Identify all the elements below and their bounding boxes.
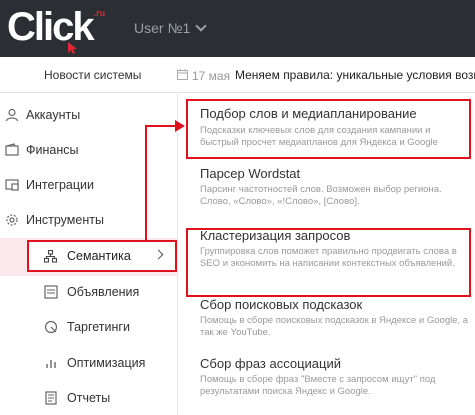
tool-description: Парсинг частотностей слов. Возможен выбо… — [200, 184, 442, 207]
sidebar-item-label: Семантика — [67, 249, 131, 263]
sidebar-item-optimization[interactable]: Оптимизация — [0, 345, 178, 381]
logo-suffix: .ru — [93, 8, 106, 18]
news-headline[interactable]: Меняем правила: уникальные условия возна — [235, 68, 475, 82]
news-bar: Новости системы 17 мая Меняем правила: у… — [0, 57, 475, 93]
chart-icon — [46, 360, 56, 368]
cursor-icon — [68, 42, 77, 54]
sidebar-item-label: Объявления — [67, 285, 140, 299]
annotation-arrow-horizontal — [145, 125, 177, 127]
calendar-icon — [177, 69, 188, 80]
sidebar-item-targeting[interactable]: Таргетинги — [0, 309, 178, 345]
sidebar-item-finance[interactable]: Финансы — [0, 132, 178, 168]
sidebar-item-label: Отчеты — [67, 391, 111, 405]
top-header: Click .ru User №1 — [0, 0, 475, 57]
tool-card-wordstat-parser[interactable]: Парсер Wordstat Парсинг частотностей сло… — [179, 166, 475, 224]
arrow-head-icon — [175, 120, 185, 132]
news-date: 17 мая — [192, 69, 231, 83]
sidebar-item-label: Оптимизация — [67, 356, 146, 370]
target-icon — [44, 320, 58, 334]
tool-description: Помощь в сборе поисковых подсказок в Янд… — [200, 315, 469, 338]
sidebar-item-accounts[interactable]: Аккаунты — [0, 97, 178, 133]
sidebar-item-tools[interactable]: Инструменты — [0, 202, 178, 238]
wallet-icon — [5, 143, 19, 156]
tool-title: Сбор фраз ассоциаций — [200, 356, 342, 371]
logo-text: Click — [7, 5, 95, 49]
ads-icon — [44, 285, 58, 299]
system-news-link[interactable]: Новости системы — [44, 68, 141, 82]
annotation-arrow — [145, 125, 147, 241]
tool-description: Помощь в сборе фраз "Вместе с запросом и… — [200, 374, 436, 397]
sidebar-item-label: Интеграции — [26, 178, 95, 192]
report-icon — [45, 391, 57, 405]
sidebar-item-label: Аккаунты — [26, 108, 81, 122]
user-icon — [5, 108, 19, 122]
highlight-clustering-tool — [186, 228, 471, 297]
click-logo[interactable]: Click .ru — [7, 5, 106, 54]
tool-card-search-suggestions[interactable]: Сбор поисковых подсказок Помощь в сборе … — [179, 297, 475, 347]
sidebar-item-label: Таргетинги — [67, 320, 130, 334]
integration-icon — [5, 179, 19, 191]
sidebar-item-reports[interactable]: Отчеты — [0, 380, 178, 415]
tool-title: Парсер Wordstat — [200, 166, 301, 181]
highlight-keyword-tool — [186, 99, 471, 159]
sidebar-item-label: Инструменты — [26, 213, 104, 227]
sidebar-item-integrations[interactable]: Интеграции — [0, 167, 178, 203]
gear-icon — [6, 214, 18, 226]
user-selector[interactable]: User №1 — [134, 20, 207, 36]
user-name: User №1 — [134, 20, 191, 36]
chevron-down-icon — [195, 20, 207, 32]
sidebar-item-ads[interactable]: Объявления — [0, 274, 178, 310]
semantic-tree-icon — [44, 250, 57, 263]
tool-card-associations[interactable]: Сбор фраз ассоциаций Помощь в сборе фраз… — [179, 356, 475, 406]
tool-title: Сбор поисковых подсказок — [200, 297, 363, 312]
sidebar-item-label: Финансы — [26, 143, 79, 157]
